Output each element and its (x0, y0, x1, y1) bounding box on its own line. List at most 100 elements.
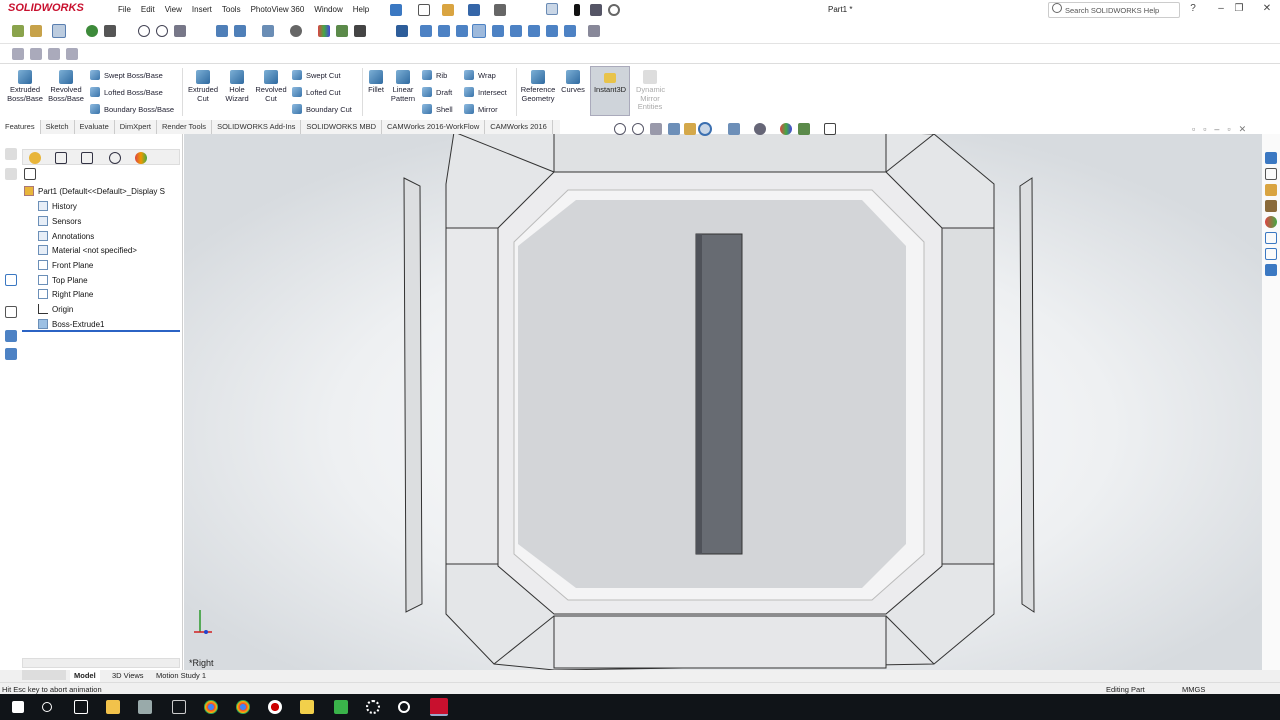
menu-file[interactable]: File (118, 5, 131, 14)
menu-edit[interactable]: Edit (141, 5, 155, 14)
close-button[interactable]: ✕ (1262, 4, 1272, 14)
dimetric-view-icon[interactable] (564, 25, 576, 37)
app-icon-2[interactable] (334, 700, 348, 714)
calculator-icon[interactable] (172, 700, 186, 714)
custom-properties-icon[interactable] (1265, 232, 1277, 244)
forum-icon[interactable] (1265, 248, 1277, 260)
revolved-boss-button[interactable]: Revolved Boss/Base (46, 70, 86, 103)
tab-sketch[interactable]: Sketch (41, 120, 75, 134)
rollback-bar[interactable] (22, 330, 180, 332)
tree-item-annotations[interactable]: Annotations (38, 231, 94, 241)
mirror-button[interactable]: Mirror (464, 104, 498, 114)
graphics-area[interactable]: *Right (184, 131, 1262, 671)
linear-pattern-button[interactable]: Linear Pattern (388, 70, 418, 103)
menu-help[interactable]: Help (353, 5, 369, 14)
dimxpert-tab-icon[interactable] (109, 152, 121, 164)
help-icon[interactable]: ? (1188, 4, 1198, 14)
tree-item-sensors[interactable]: Sensors (38, 216, 81, 226)
rebuild-icon[interactable] (574, 4, 580, 16)
edit-appearance-icon[interactable] (780, 123, 792, 135)
open-icon[interactable] (442, 4, 454, 16)
windows-start-icon[interactable] (12, 701, 24, 713)
section-view-icon[interactable] (216, 25, 228, 37)
panel-icon-1[interactable] (5, 148, 17, 160)
print-icon[interactable] (494, 4, 506, 16)
extruded-cut-button[interactable]: Extruded Cut (186, 70, 220, 103)
lofted-cut-button[interactable]: Lofted Cut (292, 87, 341, 97)
app-icon-3[interactable] (366, 700, 380, 714)
camworks-icon[interactable] (1265, 264, 1277, 276)
sketch-icon[interactable] (12, 25, 24, 37)
toolbar-icon-1[interactable] (12, 48, 24, 60)
measure-icon[interactable] (588, 25, 600, 37)
tab-motion-study[interactable]: Motion Study 1 (152, 670, 210, 682)
save-icon[interactable] (468, 4, 480, 16)
tab-render-tools[interactable]: Render Tools (157, 120, 213, 134)
app-icon-1[interactable] (138, 700, 152, 714)
previous-view-icon[interactable] (174, 25, 186, 37)
hide-show-icon[interactable] (290, 25, 302, 37)
tab-nav-arrows[interactable] (22, 670, 66, 680)
task-view-icon[interactable] (74, 700, 88, 714)
tree-item-front-plane[interactable]: Front Plane (38, 260, 93, 270)
display-style-icon[interactable] (262, 25, 274, 37)
tree-item-right-plane[interactable]: Right Plane (38, 289, 93, 299)
smart-dimension-icon[interactable] (30, 25, 42, 37)
normal-to-icon[interactable] (396, 25, 408, 37)
apply-scene-icon[interactable] (798, 123, 810, 135)
viewport-window-controls[interactable]: ▫▫–▫✕ (1192, 124, 1272, 134)
isometric-view-icon[interactable] (528, 25, 540, 37)
solidworks-resources-icon[interactable] (1265, 152, 1277, 164)
right-view-icon[interactable] (472, 24, 486, 38)
hole-wizard-button[interactable]: Hole Wizard (222, 70, 252, 103)
trimetric-view-icon[interactable] (546, 25, 558, 37)
reference-geometry-button[interactable]: Reference Geometry (518, 70, 558, 103)
toolbar-icon-4[interactable] (66, 48, 78, 60)
display-manager-tab-icon[interactable] (135, 152, 147, 164)
section-view-icon[interactable] (668, 123, 680, 135)
tree-item-history[interactable]: History (38, 201, 77, 211)
menu-insert[interactable]: Insert (192, 5, 212, 14)
tab-camworks-workflow[interactable]: CAMWorks 2016-WorkFlow (382, 120, 486, 134)
tree-item-material[interactable]: Material <not specified> (38, 245, 137, 255)
toolbar-icon-2[interactable] (30, 48, 42, 60)
tree-root[interactable]: Part1 (Default<<Default>_Display S (24, 186, 165, 196)
tab-features[interactable]: Features (0, 120, 41, 134)
new-document-icon[interactable] (418, 4, 430, 16)
chrome-icon[interactable] (204, 700, 218, 714)
fillet-button[interactable]: Fillet (364, 70, 388, 95)
intersect-button[interactable]: Intersect (464, 87, 507, 97)
zoom-fit-icon[interactable] (138, 25, 150, 37)
file-properties-icon[interactable] (590, 4, 602, 16)
boundary-boss-button[interactable]: Boundary Boss/Base (90, 104, 174, 114)
chrome-icon-2[interactable] (236, 700, 250, 714)
recorder-icon[interactable] (268, 700, 282, 714)
filter-icon[interactable] (24, 168, 36, 180)
boss-extrude-body[interactable] (695, 233, 743, 555)
dynamic-mirror-button[interactable]: Dynamic Mirror Entities (636, 70, 665, 112)
toolbar-icon-3[interactable] (48, 48, 60, 60)
tree-item-boss-extrude1[interactable]: Boss-Extrude1 (38, 319, 104, 329)
swept-cut-button[interactable]: Swept Cut (292, 70, 341, 80)
dynamic-annotation-icon[interactable] (684, 123, 696, 135)
panel-icon-6[interactable] (5, 348, 17, 360)
scene-icon[interactable] (336, 25, 348, 37)
tab-dimxpert[interactable]: DimXpert (115, 120, 157, 134)
back-view-icon[interactable] (438, 25, 450, 37)
zoom-area-icon[interactable] (156, 25, 168, 37)
tree-item-top-plane[interactable]: Top Plane (38, 275, 88, 285)
zoom-to-area-icon[interactable] (632, 123, 644, 135)
lofted-boss-button[interactable]: Lofted Boss/Base (90, 87, 163, 97)
appearances-icon[interactable] (1265, 216, 1277, 228)
select-icon[interactable] (52, 24, 66, 38)
menu-photoview[interactable]: PhotoView 360 (251, 5, 305, 14)
shell-button[interactable]: Shell (422, 104, 453, 114)
file-explorer-icon[interactable] (106, 700, 120, 714)
pin-icon[interactable] (390, 4, 402, 16)
menu-tools[interactable]: Tools (222, 5, 241, 14)
left-view-icon[interactable] (456, 25, 468, 37)
view-orientation-icon[interactable] (698, 122, 712, 136)
design-library-icon[interactable] (1265, 168, 1277, 180)
search-input[interactable]: Search SOLIDWORKS Help (1048, 2, 1180, 18)
curves-button[interactable]: Curves (560, 70, 586, 95)
